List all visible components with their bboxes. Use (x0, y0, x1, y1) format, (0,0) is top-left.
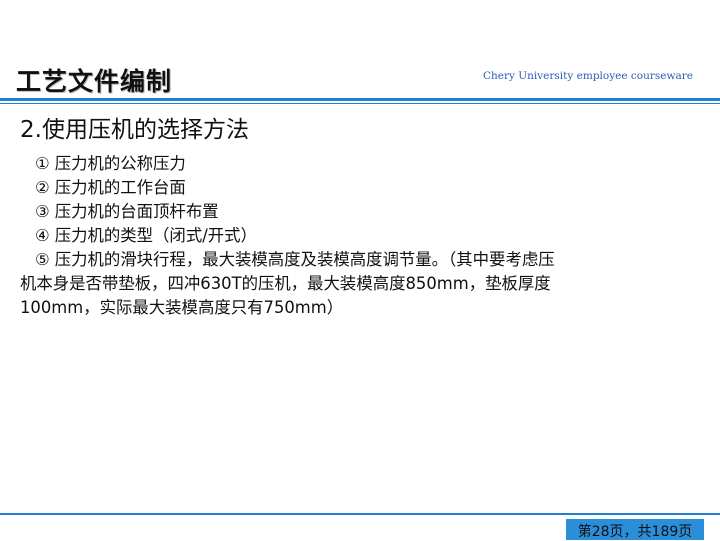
brand-caption: Chery University employee courseware (482, 70, 693, 82)
item-text: 压力机的公称压力 (54, 154, 186, 173)
method-list: ① 压力机的公称压力 ② 压力机的工作台面 ③ 压力机的台面顶杆布置 ④ 压力机的类型（… (20, 152, 696, 320)
item-number: ① (35, 154, 50, 173)
list-item: ① 压力机的公称压力 (20, 152, 696, 176)
item-text: 压力机的类型（闭式/开式） (54, 226, 257, 245)
item-number: ③ (35, 202, 50, 221)
item-text: 压力机的台面顶杆布置 (54, 202, 219, 221)
list-item: ② 压力机的工作台面 (20, 176, 696, 200)
slide-title: 工艺文件编制 (16, 67, 173, 96)
item-text: 压力机的滑块行程，最大装模高度及装模高度调节量。（其中要考虑压 (54, 250, 555, 269)
list-item: ④ 压力机的类型（闭式/开式） (20, 224, 696, 248)
footer-rule (0, 513, 720, 515)
item-number: ④ (35, 226, 50, 245)
item-text: 压力机的工作台面 (54, 178, 186, 197)
page-number-label: 第28页，共189页 (577, 524, 693, 540)
header-rule-thick (0, 98, 720, 101)
section-heading: 2.使用压机的选择方法 (20, 117, 249, 143)
slide: 工艺文件编制 Chery University employee coursew… (0, 0, 720, 540)
list-item-continuation: 机本身是否带垫板，四冲630T的压机，最大装模高度850mm，垫板厚度 (20, 274, 551, 293)
list-item: ③ 压力机的台面顶杆布置 (20, 200, 696, 224)
list-item-continuation: 100mm，实际最大装模高度只有750mm） (20, 298, 344, 317)
item-number: ⑤ (35, 250, 50, 269)
page-indicator: 第28页，共189页 (566, 519, 704, 540)
list-item: ⑤ 压力机的滑块行程，最大装模高度及装模高度调节量。（其中要考虑压 (20, 248, 696, 272)
item-number: ② (35, 178, 50, 197)
header-rule-thin (0, 103, 720, 104)
